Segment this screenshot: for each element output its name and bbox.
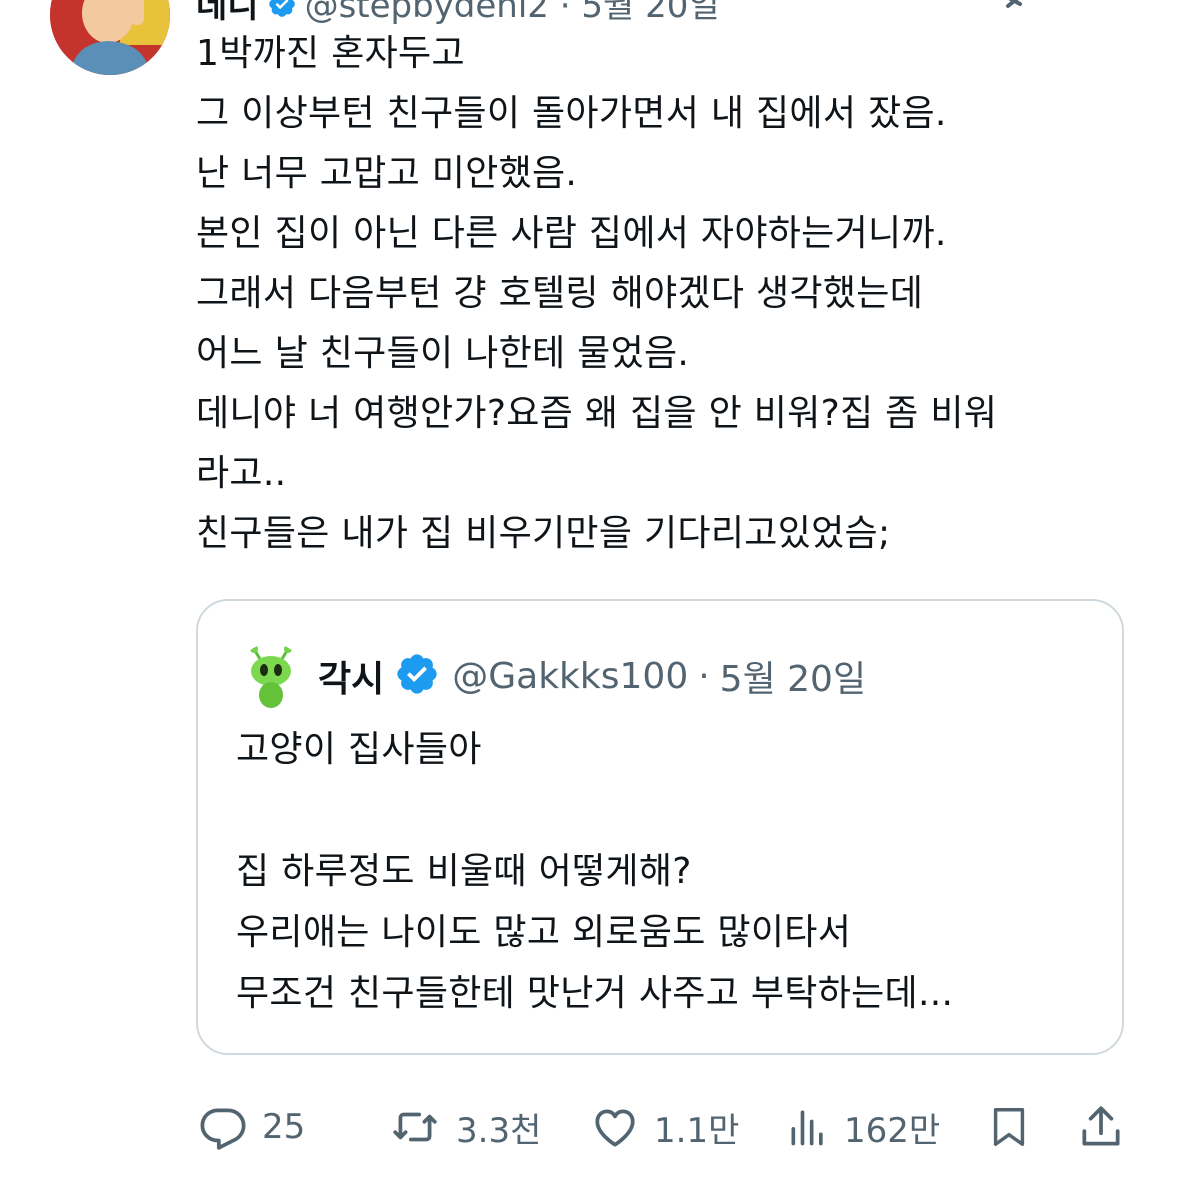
heart-icon [590, 1102, 640, 1152]
speech-bubble-icon [198, 1102, 248, 1152]
tweet-date[interactable]: 5월 20일 [581, 0, 719, 26]
quote-line: 우리애는 나이도 많고 외로움도 많이타서 [236, 912, 852, 953]
like-count: 1.1만 [654, 1110, 740, 1151]
author-handle[interactable]: @stepbydeni2 [305, 0, 549, 26]
views-button[interactable]: 162만 [786, 1097, 940, 1157]
quote-tweet-card[interactable]: 각시 @Gakkks100 · 5월 20일 고양이 집사들아 집 하루정도 비… [196, 599, 1124, 1055]
tweet-line: 어느 날 친구들이 나한테 물었음. [196, 333, 690, 374]
share-button[interactable] [1076, 1097, 1126, 1157]
bookmark-icon [986, 1100, 1032, 1154]
bar-chart-icon [786, 1102, 830, 1152]
tweet-line: 본인 집이 아닌 다른 사람 집에서 자야하는거니까. [196, 213, 947, 254]
tweet-line: 그래서 다음부턴 걍 호텔링 해야겠다 생각했는데 [196, 273, 924, 314]
tweet-line: 그 이상부턴 친구들이 돌아가면서 내 집에서 잤음. [196, 93, 947, 134]
quote-line: 고양이 집사들아 [236, 729, 482, 770]
separator-dot: · [698, 655, 710, 697]
quote-line: 무조건 친구들한테 맛난거 사주고 부탁하는데... [236, 973, 954, 1014]
verified-badge-icon [394, 651, 440, 701]
tweet-text: 1박까진 혼자두고 그 이상부턴 친구들이 돌아가면서 내 집에서 잤음. 난 … [196, 24, 1156, 564]
tweet-line: 난 너무 고맙고 미안했음. [196, 153, 578, 194]
reply-count: 25 [262, 1107, 306, 1147]
quote-author-name[interactable]: 각시 [318, 650, 384, 702]
reply-button[interactable]: 25 [198, 1097, 305, 1157]
tweet-action-bar: 25 3.3천 1.1만 162만 [196, 1097, 1126, 1157]
repost-count: 3.3천 [456, 1110, 542, 1151]
views-count: 162만 [844, 1110, 941, 1151]
quote-line: 집 하루정도 비울때 어떻게해? [236, 851, 692, 892]
author-name[interactable]: 데니 [196, 0, 259, 26]
repost-arrows-icon [388, 1102, 442, 1152]
bookmark-button[interactable] [986, 1097, 1032, 1157]
quote-text: 고양이 집사들아 집 하루정도 비울때 어떻게해? 우리애는 나이도 많고 외로… [236, 719, 1096, 1024]
like-button[interactable]: 1.1만 [590, 1097, 739, 1157]
share-upload-icon [1076, 1102, 1126, 1152]
quote-date[interactable]: 5월 20일 [720, 650, 866, 702]
author-avatar[interactable] [50, 0, 170, 75]
quote-avatar[interactable] [238, 643, 304, 709]
quote-header: 각시 @Gakkks100 · 5월 20일 [238, 641, 866, 711]
tweet-line: 데니야 너 여행안가?요즘 왜 집을 안 비워?집 좀 비워 [196, 393, 998, 434]
quote-author-handle[interactable]: @Gakkks100 [452, 656, 688, 697]
tweet-line: 1박까진 혼자두고 [196, 33, 465, 74]
tweet-line: 친구들은 내가 집 비우기만을 기다리고있었슴; [196, 513, 891, 554]
quote-line [236, 780, 1096, 841]
tweet-line: 라고.. [196, 453, 287, 494]
repost-button[interactable]: 3.3천 [388, 1097, 541, 1157]
grok-icon[interactable] [990, 0, 1034, 14]
